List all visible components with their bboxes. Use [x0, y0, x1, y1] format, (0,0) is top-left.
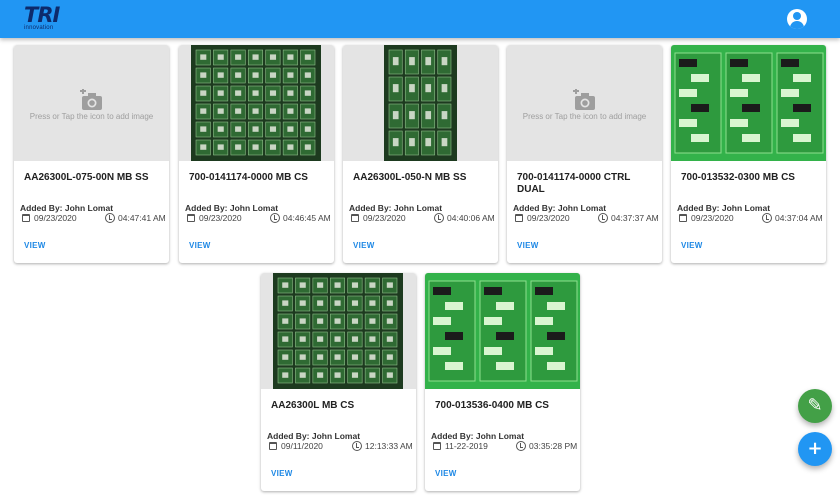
card-title: AA26300L-075-00N MB SS — [24, 172, 149, 183]
card-media[interactable] — [179, 45, 334, 161]
pcb-image — [384, 45, 457, 161]
card-media[interactable] — [343, 45, 498, 161]
edit-fab[interactable]: ✎ — [798, 389, 832, 423]
card-title: 700-013536-0400 MB CS — [435, 400, 549, 411]
clock-icon — [352, 441, 362, 451]
card-meta: 09/11/2020 12:13:33 AM — [267, 441, 416, 453]
add-fab[interactable]: + — [798, 432, 832, 466]
card-date: 09/23/2020 — [691, 213, 734, 223]
view-button[interactable]: VIEW — [353, 241, 375, 250]
logo-mark: TRI — [24, 3, 60, 27]
clock-icon — [105, 213, 115, 223]
logo-subtitle: innovation — [24, 25, 54, 31]
calendar-icon — [679, 214, 687, 222]
card-meta: 09/23/2020 04:47:41 AM — [20, 213, 169, 225]
image-placeholder[interactable]: Press or Tap the icon to add image — [507, 45, 662, 161]
card-time: 12:13:33 AM — [365, 441, 413, 451]
card-meta: 09/23/2020 04:37:37 AM — [513, 213, 662, 225]
added-by: Added By: John Lomat — [349, 203, 443, 213]
card-meta: 11-22-2019 03:35:28 PM — [431, 441, 580, 453]
view-button[interactable]: VIEW — [271, 469, 293, 478]
clock-icon — [516, 441, 526, 451]
card-date: 11-22-2019 — [445, 441, 488, 451]
added-by: Added By: John Lomat — [267, 431, 361, 441]
added-by: Added By: John Lomat — [513, 203, 607, 213]
card-date: 09/23/2020 — [199, 213, 242, 223]
view-button[interactable]: VIEW — [24, 241, 46, 250]
calendar-icon — [22, 214, 30, 222]
card-title: 700-0141174-0000 MB CS — [189, 172, 308, 183]
pcb-image — [425, 273, 580, 389]
card-time: 04:46:45 AM — [283, 213, 331, 223]
clock-icon — [270, 213, 280, 223]
card-media[interactable] — [671, 45, 826, 161]
card-date: 09/11/2020 — [281, 441, 323, 451]
added-by: Added By: John Lomat — [185, 203, 279, 213]
board-card[interactable]: Press or Tap the icon to add image 700-01… — [507, 45, 662, 263]
account-circle-icon[interactable] — [787, 9, 807, 29]
board-card[interactable]: 700-0141174-0000 MB CS Added By: John Lom… — [179, 45, 334, 263]
plus-icon: + — [807, 438, 823, 459]
app-bar: TRI innovation — [0, 0, 840, 38]
calendar-icon — [515, 214, 523, 222]
board-card[interactable]: AA26300L MB CS Added By: John Lomat 09/11/… — [261, 273, 416, 491]
card-title: 700-0141174-0000 CTRL DUAL — [517, 172, 631, 195]
card-title: AA26300L-050-N MB SS — [353, 172, 467, 183]
clock-icon — [598, 213, 608, 223]
card-meta: 09/23/2020 04:37:04 AM — [677, 213, 826, 225]
added-by: Added By: John Lomat — [677, 203, 771, 213]
calendar-icon — [269, 442, 277, 450]
tri-logo[interactable]: TRI innovation — [24, 4, 68, 34]
board-card[interactable]: 700-013532-0300 MB CS Added By: John Loma… — [671, 45, 826, 263]
card-date: 09/23/2020 — [363, 213, 406, 223]
clock-icon — [762, 213, 772, 223]
clock-icon — [434, 213, 444, 223]
pcb-image — [191, 45, 321, 161]
pcb-image — [671, 45, 826, 161]
added-by: Added By: John Lomat — [431, 431, 525, 441]
add-photo-icon[interactable] — [80, 89, 104, 111]
card-meta: 09/23/2020 04:46:45 AM — [185, 213, 334, 225]
calendar-icon — [351, 214, 359, 222]
card-title: 700-013532-0300 MB CS — [681, 172, 795, 183]
view-button[interactable]: VIEW — [435, 469, 457, 478]
card-time: 04:37:04 AM — [775, 213, 823, 223]
card-time: 04:40:06 AM — [447, 213, 495, 223]
board-card[interactable]: Press or Tap the icon to add image AA2630… — [14, 45, 169, 263]
image-placeholder[interactable]: Press or Tap the icon to add image — [14, 45, 169, 161]
card-date: 09/23/2020 — [527, 213, 570, 223]
calendar-icon — [187, 214, 195, 222]
card-title: AA26300L MB CS — [271, 400, 355, 411]
view-button[interactable]: VIEW — [189, 241, 211, 250]
card-date: 09/23/2020 — [34, 213, 77, 223]
card-media[interactable]: Press or Tap the icon to add image — [507, 45, 662, 161]
card-meta: 09/23/2020 04:40:06 AM — [349, 213, 498, 225]
placeholder-text: Press or Tap the icon to add image — [522, 112, 647, 121]
pcb-image — [273, 273, 403, 389]
view-button[interactable]: VIEW — [681, 241, 703, 250]
pencil-icon: ✎ — [807, 395, 823, 416]
calendar-icon — [433, 442, 441, 450]
card-time: 04:37:37 AM — [611, 213, 659, 223]
placeholder-text: Press or Tap the icon to add image — [29, 112, 154, 121]
view-button[interactable]: VIEW — [517, 241, 539, 250]
board-card[interactable]: 700-013536-0400 MB CS Added By: John Loma… — [425, 273, 580, 491]
card-media[interactable] — [425, 273, 580, 389]
card-media[interactable]: Press or Tap the icon to add image — [14, 45, 169, 161]
added-by: Added By: John Lomat — [20, 203, 114, 213]
board-card[interactable]: AA26300L-050-N MB SS Added By: John Lomat… — [343, 45, 498, 263]
add-photo-icon[interactable] — [573, 89, 597, 111]
card-time: 03:35:28 PM — [529, 441, 578, 451]
board-grid: Press or Tap the icon to add image AA2630… — [0, 0, 840, 495]
card-media[interactable] — [261, 273, 416, 389]
card-time: 04:47:41 AM — [118, 213, 166, 223]
